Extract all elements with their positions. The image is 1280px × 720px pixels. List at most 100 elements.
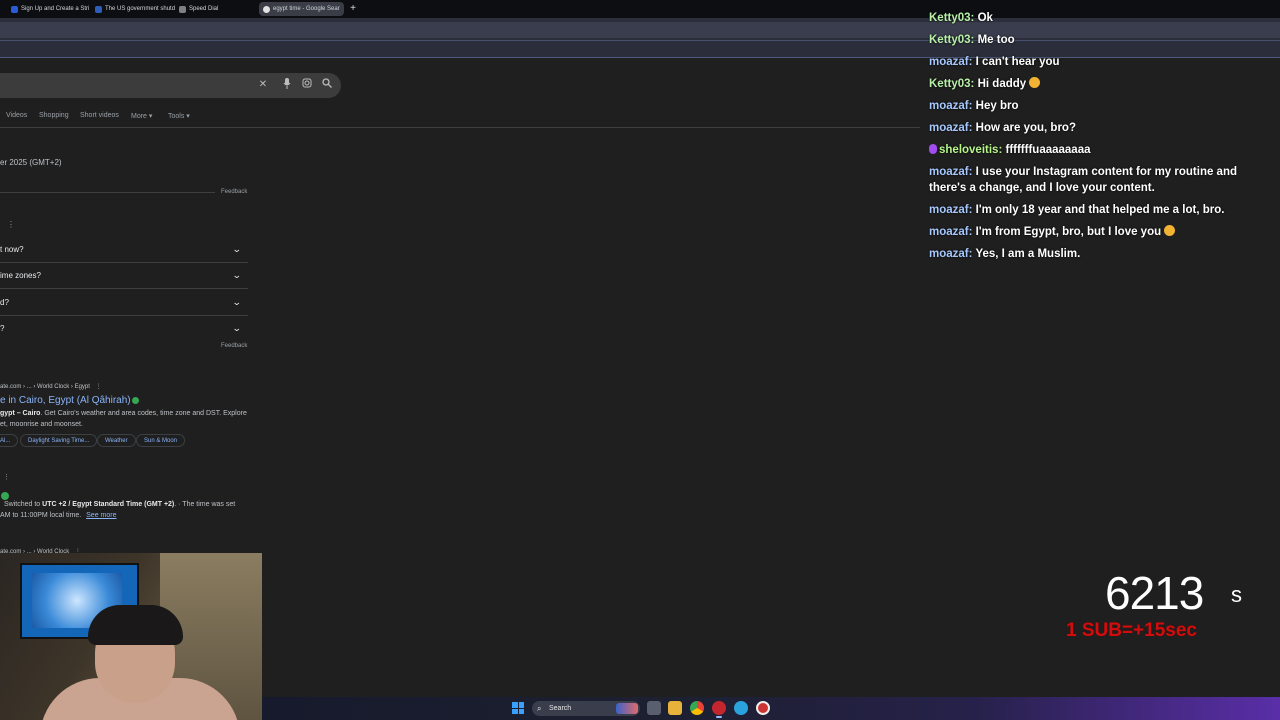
lens-icon[interactable] (300, 78, 314, 92)
feedback-link[interactable]: Feedback (221, 189, 247, 195)
close-icon[interactable]: ✕ (256, 78, 270, 92)
paa-question[interactable]: ime zones? (0, 271, 41, 280)
filter-short-videos[interactable]: Short videos (80, 112, 119, 119)
chip-weather[interactable]: Weather (97, 434, 136, 447)
feedback-link[interactable]: Feedback (221, 343, 247, 349)
snippet-text: Switched to (4, 501, 43, 508)
chat-username: moazaf: (929, 204, 973, 216)
new-tab-button[interactable]: + (347, 2, 359, 16)
address-bar-row[interactable] (0, 22, 1280, 38)
chat-username: moazaf: (929, 226, 973, 238)
taskbar-search-label: Search (549, 705, 572, 712)
timer-unit: s (1231, 582, 1242, 607)
opera-icon[interactable] (712, 701, 726, 718)
paa-question[interactable]: ? (0, 324, 4, 333)
tab-egypt-time[interactable]: egypt time - Google Sear (259, 2, 344, 16)
see-more-link[interactable]: See more (86, 512, 116, 519)
browser-tab-bar: Sign Up and Create a Stri The US governm… (0, 0, 1280, 18)
chat-username: moazaf: (929, 248, 973, 260)
chevron-down-icon[interactable]: ⌄ (232, 323, 242, 334)
divider (0, 192, 215, 193)
tab-title: egypt time - Google Sear (273, 6, 340, 12)
chat-text: Hey bro (975, 100, 1019, 112)
chip-sun-moon[interactable]: Sun & Moon (136, 434, 186, 447)
snippet-bold: UTC +2 / Egypt Standard Time (GMT +2) (42, 501, 175, 508)
mic-icon[interactable] (280, 78, 294, 92)
result-cite: ate.com › ... › World Clock › Egypt ⋮ (0, 383, 102, 390)
paa-question[interactable]: t now? (0, 245, 24, 254)
time-zone-text: er 2025 (GMT+2) (0, 158, 62, 167)
chat-username: moazaf: (929, 100, 973, 112)
chat-username: Ketty03: (929, 34, 975, 46)
tab-us-government[interactable]: The US government shutd (95, 2, 175, 16)
result-title-link[interactable]: e in Cairo, Egypt (Al Qâhirah) (0, 395, 139, 406)
start-icon[interactable] (512, 702, 524, 714)
chat-message: moazaf: I can't hear you (929, 54, 1060, 70)
result-snippet: Switched to UTC +2 / Egypt Standard Time… (4, 501, 235, 508)
chat-text: I'm from Egypt, bro, but I love you (975, 226, 1162, 238)
chat-text: I use your Instagram content for my rout… (975, 166, 1238, 178)
chat-text: fffffffuaaaaaaaa (1005, 144, 1091, 156)
chat-message: Ketty03: Hi daddy (929, 76, 1041, 92)
sub-rule-text: 1 SUB=+15sec (1066, 620, 1197, 641)
snippet-bold: gypt – Cairo (0, 410, 41, 417)
result-snippet-line2: et, moonrise and moonset. (0, 421, 83, 428)
chat-text: I'm only 18 year and that helped me a lo… (975, 204, 1225, 216)
search-icon[interactable] (320, 78, 334, 92)
chat-username: moazaf: (929, 122, 973, 134)
tab-sign-up[interactable]: Sign Up and Create a Stri (11, 2, 89, 16)
bookmarks-bar (0, 40, 1280, 58)
chip-al[interactable]: Al... (0, 434, 19, 447)
more-options-icon[interactable]: ⋮ (3, 473, 10, 481)
chat-text: I can't hear you (975, 56, 1060, 68)
search-icon: ⌕ (537, 704, 542, 713)
chat-message: moazaf: Hey bro (929, 98, 1018, 114)
chat-message: moazaf: I'm only 18 year and that helped… (929, 202, 1224, 218)
browser-toolbar (0, 18, 1280, 58)
chrome-icon[interactable] (690, 701, 704, 715)
app-icon[interactable] (756, 701, 770, 715)
chat-text: there's a change, and I love your conten… (929, 182, 1155, 194)
snippet-text: AM to 11:00PM local time. (0, 512, 82, 519)
chat-username: moazaf: (929, 56, 973, 68)
chip-daylight-saving[interactable]: Daylight Saving Time... (20, 434, 98, 447)
chat-text: Ok (977, 12, 993, 24)
divider (0, 262, 248, 263)
filter-tools[interactable]: Tools ▾ (168, 112, 190, 120)
chat-message: moazaf: I'm from Egypt, bro, but I love … (929, 224, 1176, 240)
more-options-icon[interactable]: ⋮ (96, 384, 102, 390)
result-snippet-line2: AM to 11:00PM local time. See more (0, 512, 117, 519)
tab-speed-dial[interactable]: Speed Dial (179, 2, 218, 16)
telegram-icon[interactable] (734, 701, 748, 715)
subathon-timer: 6213 (1105, 567, 1204, 619)
search-highlight-icon (616, 703, 638, 714)
filter-more[interactable]: More ▾ (131, 112, 152, 120)
chat-text: Me too (977, 34, 1015, 46)
taskbar-search[interactable]: ⌕ Search (532, 701, 640, 716)
tab-title: Speed Dial (189, 6, 219, 12)
chat-message: moazaf: Yes, I am a Muslim. (929, 246, 1080, 262)
more-options-icon[interactable]: ⋮ (7, 220, 15, 229)
cite-text: ate.com › ... › World Clock › Egypt (0, 384, 90, 390)
tab-title: The US government shutd (105, 6, 176, 12)
result-title[interactable]: e in Cairo, Egypt (Al Qâhirah) (0, 395, 131, 406)
task-view-icon[interactable] (647, 701, 661, 715)
filter-shopping[interactable]: Shopping (39, 112, 69, 119)
paa-question[interactable]: d? (0, 298, 9, 307)
divider (0, 127, 920, 128)
chat-message: moazaf: How are you, bro? (929, 120, 1076, 136)
snippet-text: . Get Cairo's weather and area codes, ti… (40, 410, 247, 417)
chevron-down-icon[interactable]: ⌄ (232, 244, 242, 255)
result-snippet: gypt – Cairo. Get Cairo's weather and ar… (0, 410, 247, 417)
tab-favicon-icon (179, 5, 186, 13)
folder-icon[interactable] (668, 701, 682, 715)
chevron-down-icon[interactable]: ⌄ (232, 270, 242, 281)
chevron-down-icon[interactable]: ⌄ (232, 297, 242, 308)
tab-favicon-icon (11, 5, 18, 13)
chat-username: sheloveitis: (939, 144, 1003, 156)
filter-videos[interactable]: Videos (6, 112, 27, 119)
chat-message: Ketty03: Me too (929, 32, 1015, 48)
chat-text: Yes, I am a Muslim. (975, 248, 1081, 260)
emoji-icon (1164, 225, 1176, 236)
divider (0, 288, 248, 289)
